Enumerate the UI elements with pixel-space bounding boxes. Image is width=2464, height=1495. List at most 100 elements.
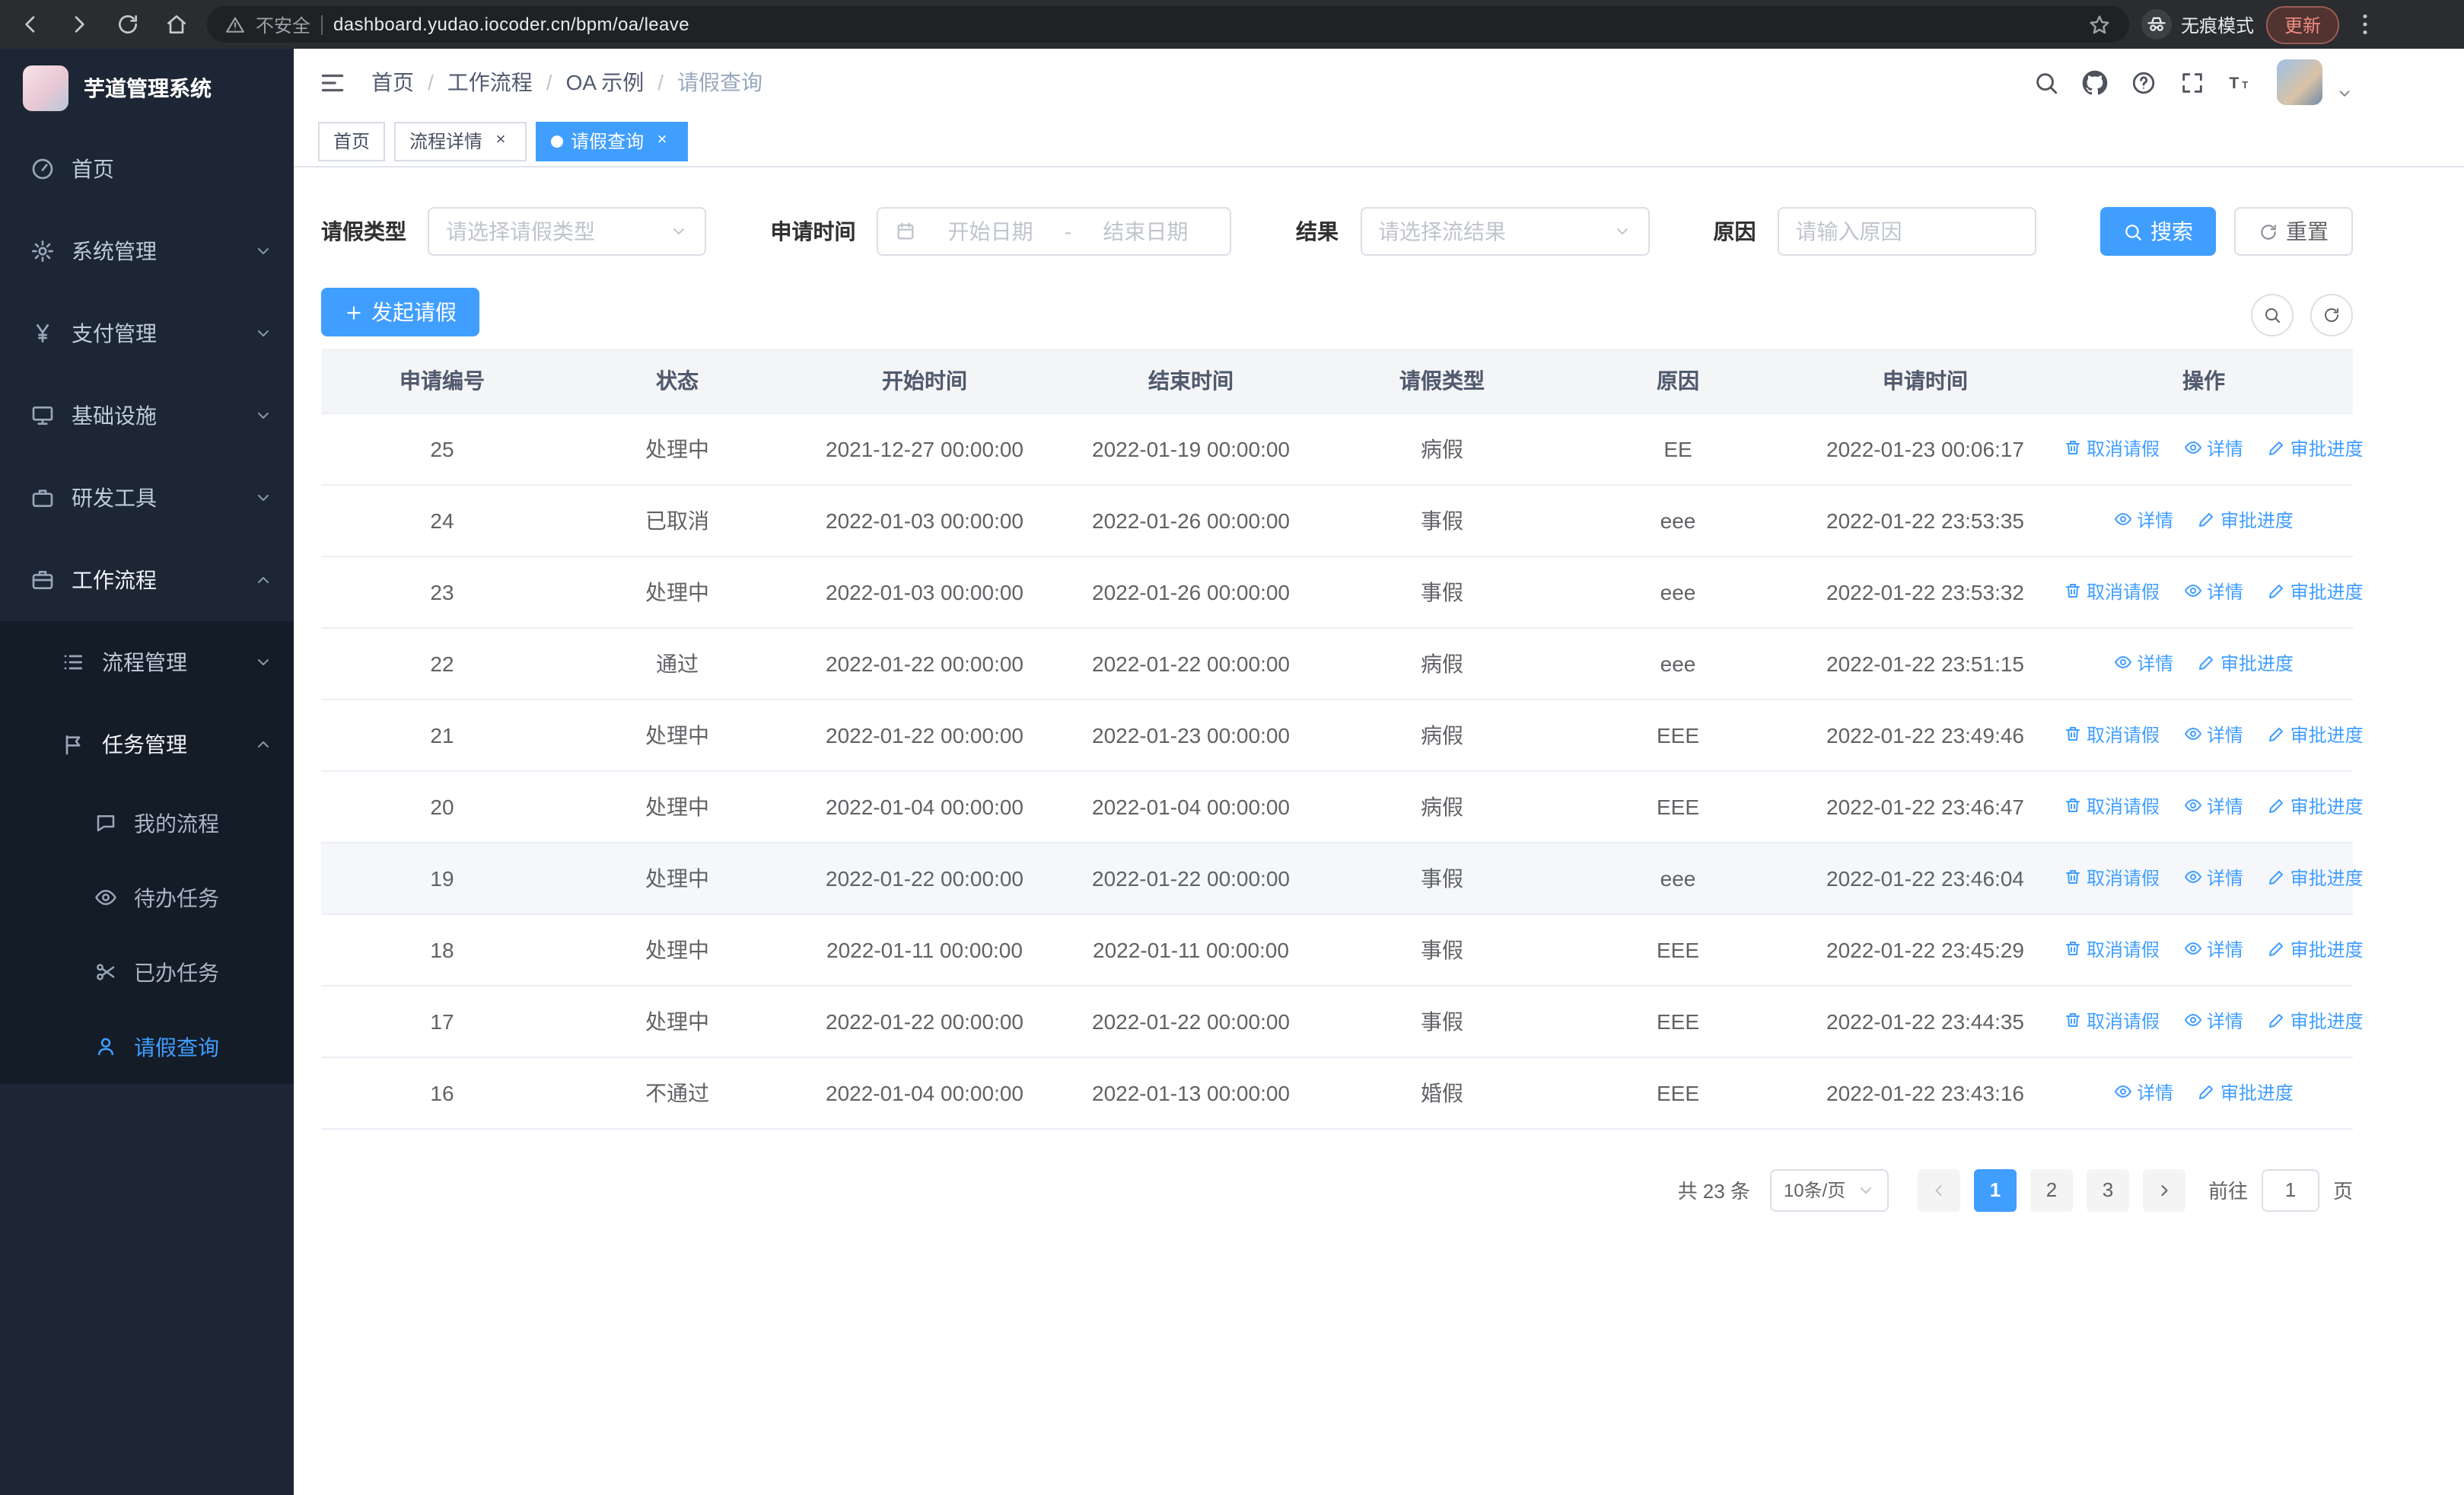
table-row: 18 处理中 2022-01-11 00:00:00 2022-01-11 00…: [321, 913, 2364, 986]
detail-link[interactable]: 详情: [2184, 936, 2243, 962]
approval-progress-link[interactable]: 审批进度: [2198, 507, 2294, 533]
toggle-search-button[interactable]: [2251, 294, 2294, 336]
briefcase-icon: [30, 568, 55, 592]
page-button-3[interactable]: 3: [2086, 1168, 2129, 1211]
table-row: 25 处理中 2021-12-27 00:00:00 2022-01-19 00…: [321, 413, 2364, 485]
approval-progress-link[interactable]: 审批进度: [2198, 650, 2294, 676]
help-icon[interactable]: [2131, 69, 2157, 95]
cancel-leave-link[interactable]: 取消请假: [2064, 435, 2160, 461]
refresh-table-button[interactable]: [2310, 294, 2353, 336]
goto-page-input[interactable]: [2261, 1168, 2319, 1211]
sidebar-item-done-task[interactable]: 已办任务: [0, 935, 294, 1009]
page-button-1[interactable]: 1: [1973, 1168, 2017, 1211]
cancel-leave-link[interactable]: 取消请假: [2064, 936, 2160, 962]
cell-end-time: 2022-01-04 00:00:00: [1058, 770, 1324, 843]
breadcrumb-item[interactable]: 首页 /: [371, 67, 447, 97]
chevron-left-icon: [1930, 1181, 1948, 1199]
sidebar-item-task-management[interactable]: 任务管理: [0, 703, 294, 786]
tab-home[interactable]: 首页: [318, 121, 386, 161]
github-icon[interactable]: [2082, 69, 2108, 95]
page-size-select[interactable]: 10条/页: [1769, 1168, 1889, 1211]
date-range-picker[interactable]: 开始日期 - 结束日期: [877, 207, 1232, 256]
update-button[interactable]: 更新: [2265, 5, 2339, 43]
logo-image: [23, 65, 68, 111]
sidebar-item-workflow[interactable]: 工作流程: [0, 539, 294, 621]
font-size-icon[interactable]: TT: [2228, 69, 2254, 95]
approval-progress-link[interactable]: 审批进度: [2268, 936, 2364, 962]
sidebar-item-home[interactable]: 首页: [0, 128, 294, 210]
sidebar-item-todo-task[interactable]: 待办任务: [0, 860, 294, 935]
breadcrumb-item[interactable]: OA 示例 /: [566, 67, 678, 97]
detail-link[interactable]: 详情: [2184, 1008, 2243, 1034]
detail-link[interactable]: 详情: [2184, 579, 2243, 604]
reset-button[interactable]: 重置: [2234, 207, 2353, 256]
url-bar[interactable]: 不安全 dashboard.yudao.iocoder.cn/bpm/oa/le…: [207, 6, 2129, 43]
approval-progress-link[interactable]: 审批进度: [2268, 793, 2364, 819]
approval-progress-link[interactable]: 审批进度: [2198, 1079, 2294, 1105]
sidebar-item-dev-tools[interactable]: 研发工具: [0, 457, 294, 539]
edit-icon: [2268, 725, 2286, 744]
browser-menu-icon[interactable]: [2351, 11, 2379, 38]
create-leave-button[interactable]: 发起请假: [321, 288, 479, 336]
reason-input[interactable]: 请输入原因: [1777, 207, 2036, 256]
search-button[interactable]: 搜索: [2100, 207, 2216, 256]
breadcrumb-item[interactable]: 工作流程 /: [447, 67, 566, 97]
search-icon[interactable]: [2033, 69, 2059, 95]
eye-icon: [2114, 1083, 2132, 1101]
detail-link[interactable]: 详情: [2184, 865, 2243, 891]
app-logo: 芋道管理系统: [0, 49, 294, 128]
cell-leave-type: 病假: [1324, 413, 1560, 485]
leave-type-label: 请假类型: [321, 219, 406, 244]
sidebar-item-my-process[interactable]: 我的流程: [0, 786, 294, 860]
collapse-sidebar-icon[interactable]: [318, 68, 347, 97]
detail-link[interactable]: 详情: [2114, 650, 2173, 676]
prev-page-button[interactable]: [1917, 1168, 1960, 1211]
cancel-leave-link[interactable]: 取消请假: [2064, 579, 2160, 604]
avatar-caret-icon[interactable]: [2336, 84, 2353, 101]
approval-progress-link[interactable]: 审批进度: [2268, 579, 2364, 604]
reload-button[interactable]: [110, 6, 146, 43]
detail-link[interactable]: 详情: [2114, 507, 2173, 533]
bookmark-star-icon[interactable]: [2088, 13, 2111, 36]
cancel-leave-link[interactable]: 取消请假: [2064, 722, 2160, 748]
detail-link[interactable]: 详情: [2184, 793, 2243, 819]
cell-apply-id: 17: [321, 985, 563, 1057]
sidebar-item-infrastructure[interactable]: 基础设施: [0, 375, 294, 457]
filter-leave-type: 请假类型 请选择请假类型: [321, 207, 706, 256]
sidebar-item-payment-management[interactable]: 支付管理: [0, 292, 294, 375]
sidebar-item-leave-query[interactable]: 请假查询: [0, 1009, 294, 1084]
user-avatar[interactable]: [2277, 59, 2322, 105]
detail-link[interactable]: 详情: [2114, 1079, 2173, 1105]
cell-apply-time: 2022-01-23 00:06:17: [1796, 413, 2055, 485]
approval-progress-link[interactable]: 审批进度: [2268, 435, 2364, 461]
table-mini-buttons: [2251, 294, 2353, 336]
cancel-leave-link[interactable]: 取消请假: [2064, 793, 2160, 819]
close-icon[interactable]: [651, 130, 673, 151]
sidebar-item-system-management[interactable]: 系统管理: [0, 210, 294, 292]
approval-progress-link[interactable]: 审批进度: [2268, 865, 2364, 891]
result-select[interactable]: 请选择流结果: [1360, 207, 1649, 256]
table-row: 20 处理中 2022-01-04 00:00:00 2022-01-04 00…: [321, 770, 2364, 843]
leave-type-select[interactable]: 请选择请假类型: [428, 207, 706, 256]
sidebar-item-process-management[interactable]: 流程管理: [0, 621, 294, 703]
cancel-leave-link[interactable]: 取消请假: [2064, 865, 2160, 891]
tab-process-detail[interactable]: 流程详情: [394, 121, 527, 161]
close-icon[interactable]: [490, 130, 511, 151]
detail-link[interactable]: 详情: [2184, 435, 2243, 461]
forward-button[interactable]: [61, 6, 97, 43]
sidebar: 芋道管理系统 首页 系统管理 支付管理 基础设施 研发工具 工作流程 流程管理 …: [0, 49, 294, 1495]
cell-start-time: 2022-01-22 00:00:00: [791, 699, 1058, 771]
tab-leave-query[interactable]: 请假查询: [536, 121, 689, 161]
fullscreen-icon[interactable]: [2179, 69, 2205, 95]
home-button[interactable]: [158, 6, 195, 43]
approval-progress-link[interactable]: 审批进度: [2268, 1008, 2364, 1034]
detail-link[interactable]: 详情: [2184, 722, 2243, 748]
page-button-2[interactable]: 2: [2029, 1168, 2073, 1211]
next-page-button[interactable]: [2142, 1168, 2185, 1211]
cell-apply-time: 2022-01-22 23:49:46: [1796, 699, 2055, 771]
cancel-leave-link[interactable]: 取消请假: [2064, 1008, 2160, 1034]
approval-progress-link[interactable]: 审批进度: [2268, 722, 2364, 748]
back-button[interactable]: [12, 6, 49, 43]
filter-buttons: 搜索 重置: [2100, 207, 2353, 256]
cell-actions: 取消请假 详情 审批进度: [2055, 556, 2364, 628]
